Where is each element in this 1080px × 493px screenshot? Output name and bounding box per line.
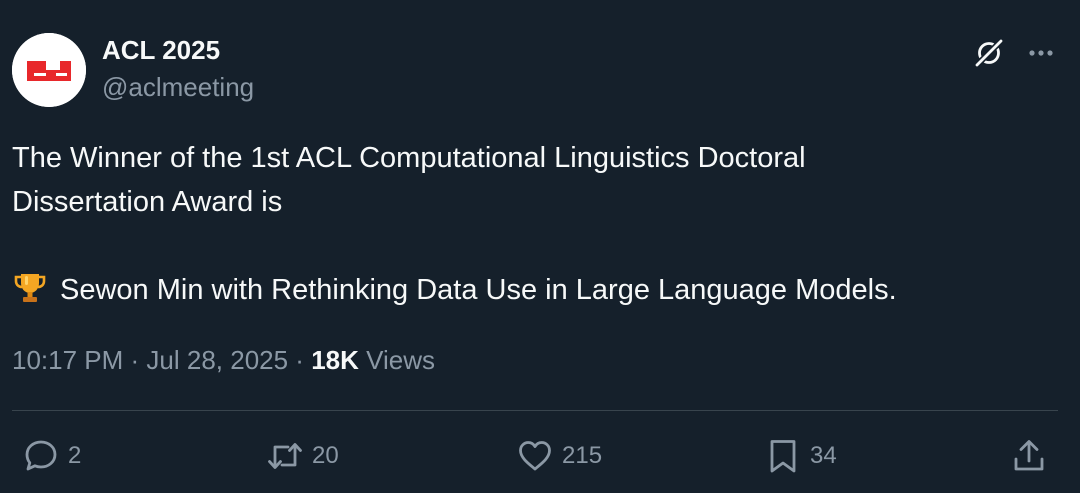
tweet-text-line: The Winner of the 1st ACL Computational … <box>12 142 806 174</box>
meta-separator: · <box>123 345 147 375</box>
reply-count: 2 <box>68 442 82 469</box>
more-icon[interactable] <box>1024 36 1058 70</box>
acl-logo-icon <box>12 33 86 107</box>
reply-icon <box>25 440 57 471</box>
trophy-icon <box>12 269 48 305</box>
tweet-text-line: Dissertation Award is <box>12 186 283 218</box>
repost-count: 20 <box>312 442 339 469</box>
like-button[interactable]: 215 <box>516 436 602 476</box>
views-label: Views <box>358 345 435 375</box>
tweet-text: The Winner of the 1st ACL Computational … <box>12 136 1062 312</box>
author-name[interactable]: ACL 2025 <box>102 34 220 66</box>
tweet-date[interactable]: Jul 28, 2025 <box>146 345 288 375</box>
like-count: 215 <box>562 442 603 469</box>
divider <box>12 410 1058 411</box>
avatar[interactable] <box>12 33 86 107</box>
repost-icon <box>268 443 302 469</box>
bookmark-count: 34 <box>810 442 837 469</box>
reply-button[interactable]: 2 <box>22 436 81 476</box>
tweet-meta: 10:17 PM · Jul 28, 2025 · 18K Views <box>12 342 435 378</box>
repost-button[interactable]: 20 <box>266 436 339 476</box>
views-count[interactable]: 18K <box>311 345 359 375</box>
share-icon <box>1014 440 1044 471</box>
author-handle[interactable]: @aclmeeting <box>102 70 254 104</box>
grok-icon[interactable] <box>972 36 1006 70</box>
tweet-text-line: Sewon Min with Rethinking Data Use in La… <box>12 268 1062 312</box>
heart-icon <box>519 441 551 471</box>
bookmark-button[interactable]: 34 <box>764 436 837 476</box>
meta-separator: · <box>288 345 312 375</box>
tweet[interactable]: ACL 2025 @aclmeeting The Winner of the 1… <box>0 0 1080 493</box>
share-button[interactable] <box>1010 436 1048 476</box>
tweet-award-text: Sewon Min with Rethinking Data Use in La… <box>60 274 897 306</box>
bookmark-icon <box>770 440 796 473</box>
tweet-time[interactable]: 10:17 PM <box>12 345 123 375</box>
